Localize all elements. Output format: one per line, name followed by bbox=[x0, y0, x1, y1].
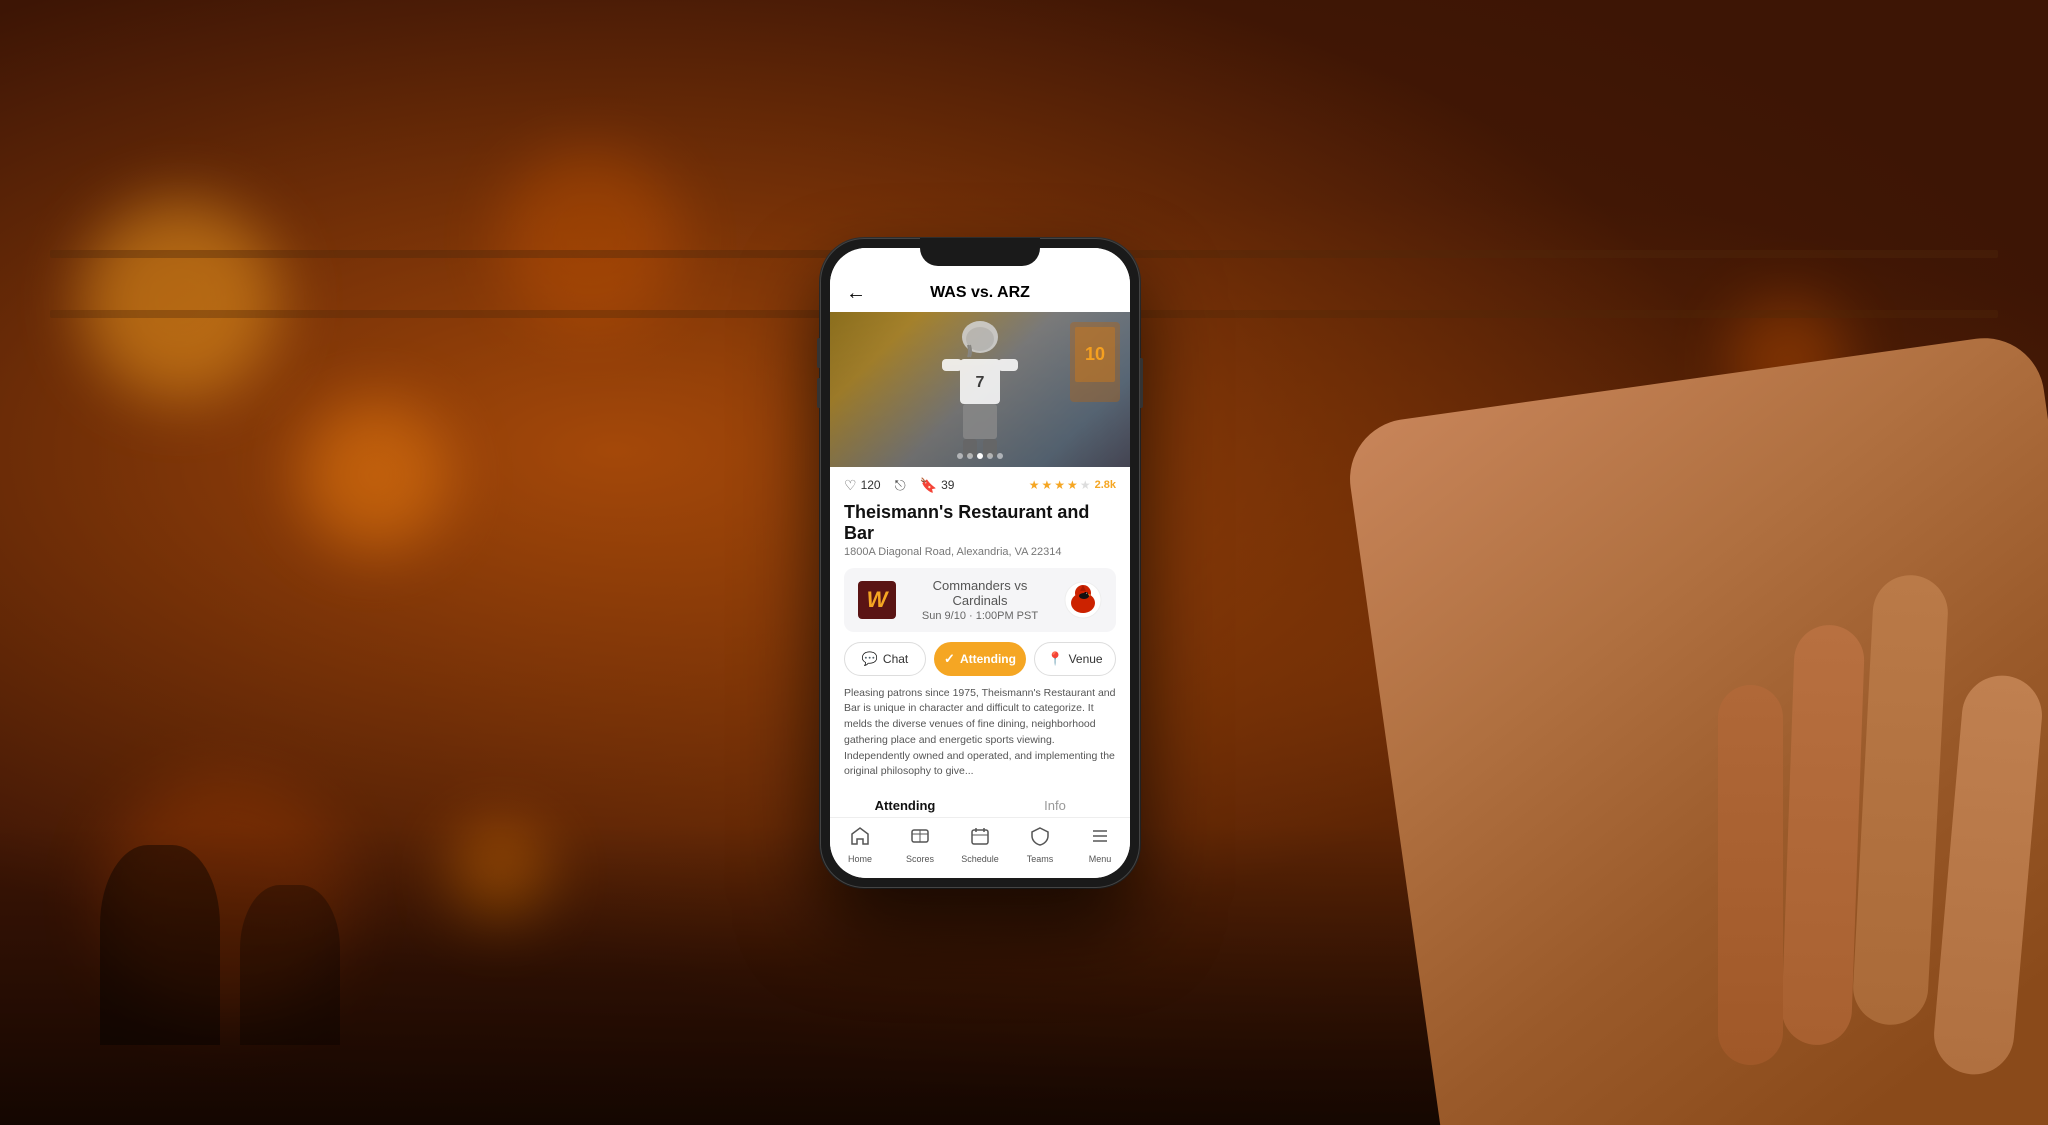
hero-image-inner: 7 10 bbox=[830, 312, 1130, 467]
nav-home[interactable]: Home bbox=[830, 826, 890, 864]
like-action[interactable]: ♡ 120 bbox=[844, 477, 881, 494]
hero-image: 7 10 bbox=[830, 312, 1130, 467]
game-info: Commanders vs Cardinals Sun 9/10 · 1:00P… bbox=[906, 578, 1054, 622]
home-icon bbox=[850, 826, 870, 851]
finger-3 bbox=[1781, 624, 1866, 1046]
home-team: Commanders bbox=[933, 578, 1011, 593]
menu-icon bbox=[1090, 826, 1110, 851]
dot-5 bbox=[997, 453, 1003, 459]
power-button bbox=[1140, 358, 1143, 408]
location-icon: 📍 bbox=[1047, 651, 1063, 667]
teams-icon bbox=[1030, 826, 1050, 851]
person-silhouette-2 bbox=[240, 885, 340, 1045]
chat-button[interactable]: 💬 Chat bbox=[844, 642, 926, 676]
heart-icon: ♡ bbox=[844, 477, 857, 494]
away-team: Cardinals bbox=[953, 593, 1008, 608]
check-icon: ✓ bbox=[944, 651, 955, 667]
venue-name: Theismann's Restaurant and Bar bbox=[844, 502, 1116, 544]
venue-description: Pleasing patrons since 1975, Theismann's… bbox=[844, 686, 1116, 781]
bokeh-2 bbox=[300, 400, 450, 550]
commanders-logo: W bbox=[858, 581, 896, 619]
image-dots bbox=[957, 453, 1003, 459]
like-count: 120 bbox=[861, 478, 881, 492]
vs-text: vs bbox=[1014, 578, 1027, 593]
schedule-icon bbox=[970, 826, 990, 851]
content-scroll-area[interactable]: ♡ 120 ⎋ 🔖 39 ★ ★ ★ bbox=[830, 467, 1130, 817]
rating-row: ★ ★ ★ ★ ★ 2.8k bbox=[1029, 478, 1116, 492]
bokeh-3 bbox=[500, 150, 680, 330]
nav-menu-label: Menu bbox=[1089, 854, 1112, 864]
volume-up-button bbox=[817, 338, 820, 368]
bookmark-icon: 🔖 bbox=[920, 477, 937, 494]
app-screen: ← WAS vs. ARZ 7 bbox=[830, 248, 1130, 878]
tab-attending[interactable]: Attending bbox=[830, 790, 980, 817]
phone-frame: ← WAS vs. ARZ 7 bbox=[820, 238, 1140, 888]
share-action[interactable]: ⎋ bbox=[895, 477, 906, 494]
attending-button[interactable]: ✓ Attending bbox=[934, 642, 1026, 676]
svg-text:7: 7 bbox=[976, 374, 985, 391]
nav-teams[interactable]: Teams bbox=[1010, 826, 1070, 864]
nav-schedule-label: Schedule bbox=[961, 854, 999, 864]
dot-4 bbox=[987, 453, 993, 459]
star-3: ★ bbox=[1054, 478, 1065, 492]
dot-3-active bbox=[977, 453, 983, 459]
volume-down-button bbox=[817, 378, 820, 408]
content-inner: ♡ 120 ⎋ 🔖 39 ★ ★ ★ bbox=[830, 467, 1130, 781]
chat-icon: 💬 bbox=[862, 651, 878, 667]
chat-label: Chat bbox=[883, 652, 908, 666]
tab-attending-label: Attending bbox=[875, 798, 936, 813]
rating-count: 2.8k bbox=[1095, 479, 1116, 491]
finger-4 bbox=[1718, 685, 1783, 1065]
venue-button[interactable]: 📍 Venue bbox=[1034, 642, 1116, 676]
star-5-half: ★ bbox=[1080, 478, 1091, 492]
nav-schedule[interactable]: Schedule bbox=[950, 826, 1010, 864]
notch bbox=[920, 238, 1040, 266]
game-matchup: Commanders vs Cardinals bbox=[906, 578, 1054, 608]
bokeh-1 bbox=[80, 200, 280, 400]
action-row: ♡ 120 ⎋ 🔖 39 ★ ★ ★ bbox=[844, 477, 1116, 494]
dot-2 bbox=[967, 453, 973, 459]
bookmark-action[interactable]: 🔖 39 bbox=[920, 477, 955, 494]
star-1: ★ bbox=[1029, 478, 1040, 492]
dot-1 bbox=[957, 453, 963, 459]
attending-label: Attending bbox=[960, 652, 1016, 666]
tab-info-label: Info bbox=[1044, 798, 1066, 813]
star-2: ★ bbox=[1042, 478, 1053, 492]
cardinals-bird-svg bbox=[1064, 581, 1102, 619]
cardinals-logo bbox=[1064, 581, 1102, 619]
bottom-navigation: Home Scores bbox=[830, 817, 1130, 878]
nav-teams-label: Teams bbox=[1027, 854, 1054, 864]
commanders-w: W bbox=[858, 581, 896, 619]
jersey-display: 10 bbox=[1075, 327, 1115, 382]
hand-area bbox=[1148, 225, 2048, 1125]
bookmark-count: 39 bbox=[941, 478, 954, 492]
back-button[interactable]: ← bbox=[846, 282, 866, 305]
phone-device: ← WAS vs. ARZ 7 bbox=[820, 238, 1140, 888]
tab-info[interactable]: Info bbox=[980, 790, 1130, 817]
venue-label: Venue bbox=[1069, 652, 1103, 666]
content-tabs: Attending Info bbox=[830, 790, 1130, 817]
game-time: Sun 9/10 · 1:00PM PST bbox=[906, 610, 1054, 622]
share-icon: ⎋ bbox=[895, 477, 906, 494]
game-card: W Commanders vs Cardinals Sun 9/10 · 1:0… bbox=[844, 568, 1116, 632]
screen-title: WAS vs. ARZ bbox=[930, 284, 1030, 302]
scores-icon bbox=[910, 826, 930, 851]
venue-address: 1800A Diagonal Road, Alexandria, VA 2231… bbox=[844, 546, 1116, 558]
nav-menu[interactable]: Menu bbox=[1070, 826, 1130, 864]
nav-scores[interactable]: Scores bbox=[890, 826, 950, 864]
star-4: ★ bbox=[1067, 478, 1078, 492]
person-silhouette-1 bbox=[100, 845, 220, 1045]
player-illustration: 7 bbox=[930, 317, 1030, 457]
nav-home-label: Home bbox=[848, 854, 872, 864]
button-row: 💬 Chat ✓ Attending 📍 Venue bbox=[844, 642, 1116, 676]
nav-scores-label: Scores bbox=[906, 854, 934, 864]
